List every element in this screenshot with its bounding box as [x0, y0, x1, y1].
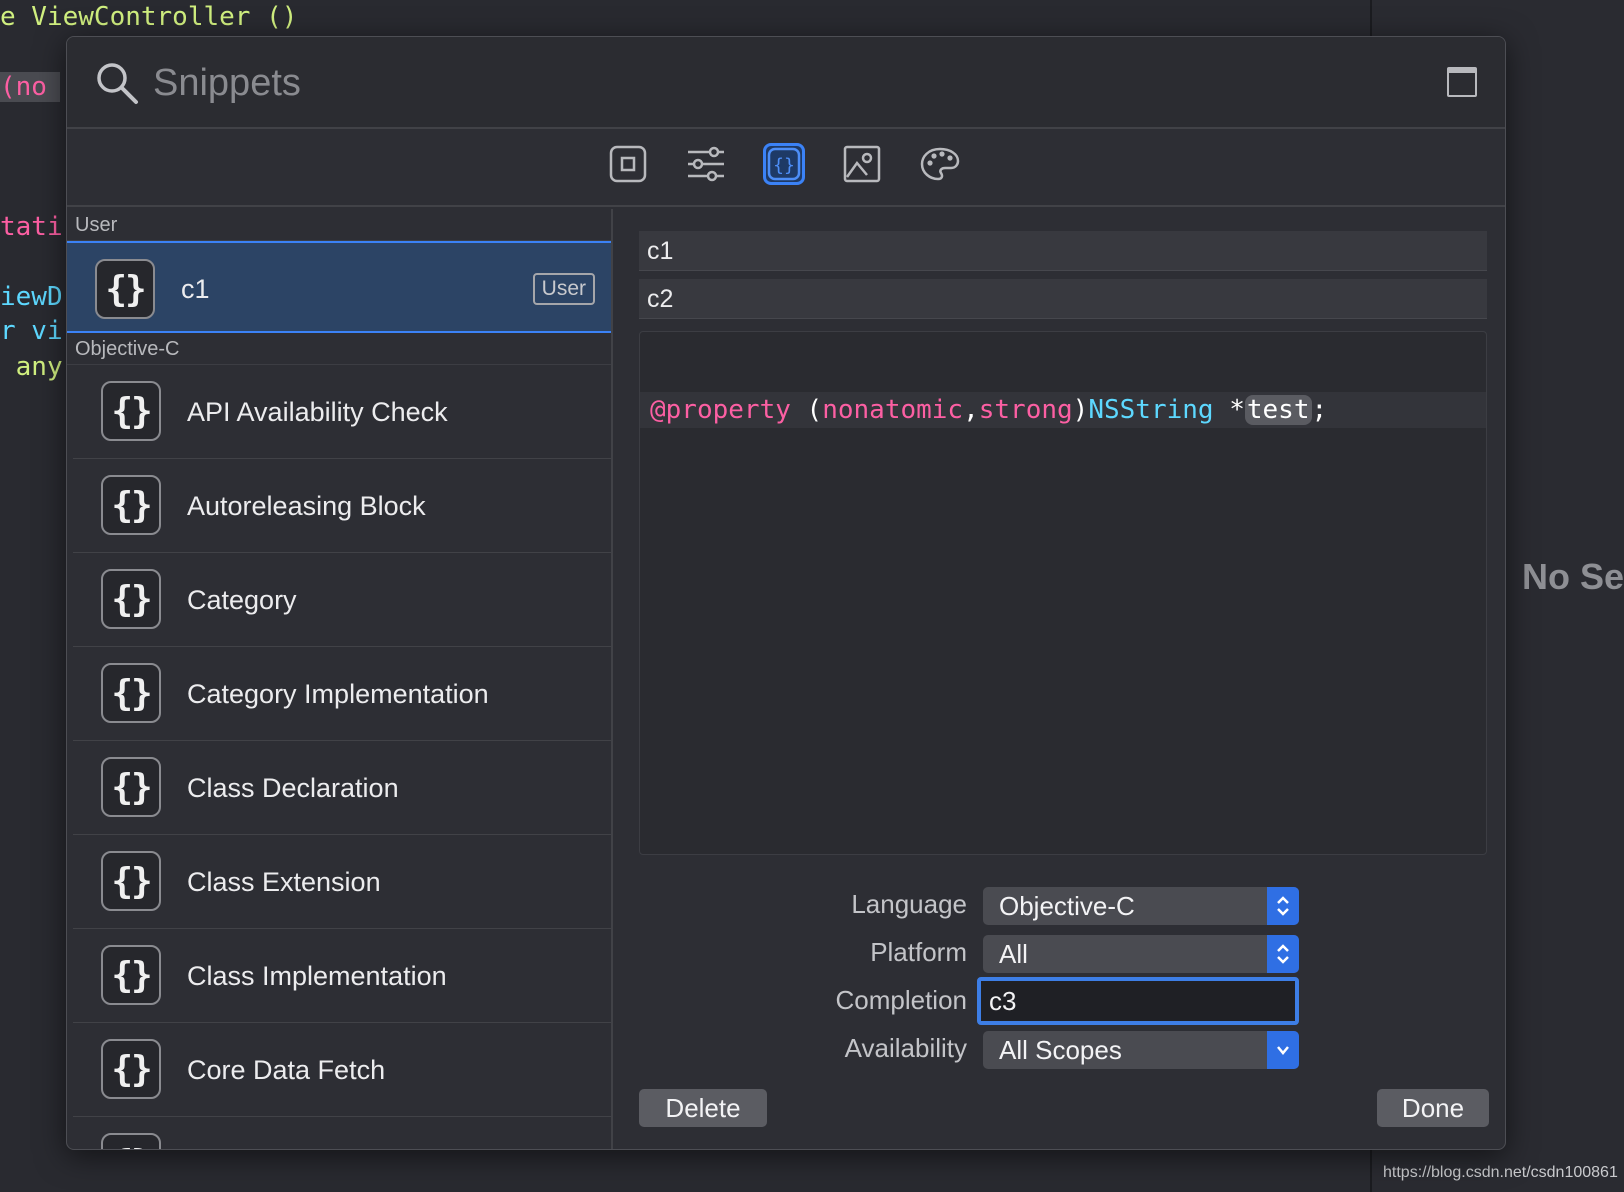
snippets-icon: {}: [767, 147, 801, 181]
completion-input[interactable]: [977, 977, 1299, 1025]
list-item[interactable]: {} Autoreleasing Block: [73, 459, 611, 553]
code-line: e ViewController (): [0, 2, 297, 32]
window-mode-icon[interactable]: [1447, 67, 1477, 97]
modifiers-icon: [688, 146, 724, 182]
list-item[interactable]: {} c1 User: [67, 241, 611, 333]
language-value: Objective-C: [999, 891, 1135, 921]
search-input[interactable]: [153, 59, 1353, 107]
colors-icon: [920, 147, 960, 181]
list-item-label: Core Data Fetch: [187, 1055, 386, 1085]
code-punct: ): [1072, 395, 1089, 425]
code-punct: (: [790, 395, 823, 425]
snippet-icon: {}: [101, 569, 161, 629]
media-tab[interactable]: [841, 143, 883, 185]
code-text: e ViewController (): [0, 2, 298, 32]
svg-text:{}: {}: [773, 155, 795, 176]
code-text: tati: [0, 212, 63, 242]
snippet-icon: {}: [101, 475, 161, 535]
snippet-icon: {}: [101, 1133, 161, 1149]
section-header-user: User: [67, 209, 611, 241]
snippet-icon: {}: [101, 663, 161, 723]
code-text: iewD: [0, 282, 63, 312]
list-item-label: c1: [181, 274, 210, 304]
language-popup[interactable]: Objective-C: [983, 887, 1299, 925]
code-text: r vi: [0, 316, 63, 346]
platform-value: All: [999, 939, 1028, 969]
code-line: tati: [0, 212, 63, 242]
summary-field[interactable]: c2: [639, 279, 1487, 319]
code-text: (no: [0, 72, 47, 102]
snippets-library-panel: {} User {} c1 User Obj: [66, 36, 1506, 1150]
stepper-arrows-icon: [1267, 887, 1299, 925]
snippet-icon: {}: [101, 851, 161, 911]
modifiers-tab[interactable]: [685, 143, 727, 185]
done-button[interactable]: Done: [1377, 1089, 1489, 1127]
colors-tab[interactable]: [919, 143, 961, 185]
code-line: @property (nonatomic,strong)NSString *te…: [640, 392, 1486, 428]
code-type: NSString: [1088, 395, 1214, 425]
delete-button[interactable]: Delete: [639, 1089, 767, 1127]
list-item-label: Category Implementation: [187, 679, 489, 709]
snippets-tab[interactable]: {}: [763, 143, 805, 185]
list-item[interactable]: {} Category: [73, 553, 611, 647]
list-item[interactable]: {} API Availability Check: [73, 365, 611, 459]
list-item-label: Autoreleasing Block: [187, 491, 426, 521]
code-text: any: [0, 352, 63, 382]
list-item-label: Class Declaration: [187, 773, 399, 803]
library-toolbar: {}: [67, 129, 1505, 207]
code-line: iewD: [0, 282, 63, 312]
search-icon: [97, 63, 138, 104]
list-item[interactable]: {} Class Extension: [73, 835, 611, 929]
title-field[interactable]: c1: [639, 231, 1487, 271]
snippet-icon: {}: [101, 945, 161, 1005]
code-attribute: nonatomic: [822, 395, 964, 425]
section-header-objc: Objective-C: [67, 333, 611, 365]
availability-popup[interactable]: All Scopes: [983, 1031, 1299, 1069]
platform-popup[interactable]: All: [983, 935, 1299, 973]
list-item-label: Class Extension: [187, 867, 381, 897]
code-punct: ;: [1311, 395, 1328, 425]
watermark-url: https://blog.csdn.net/csdn100861: [1383, 1164, 1618, 1181]
code-line: any: [0, 352, 63, 382]
list-item[interactable]: {} Class Declaration: [73, 741, 611, 835]
code-punct: *: [1213, 395, 1245, 425]
views-tab[interactable]: [607, 143, 649, 185]
code-attribute: strong: [978, 395, 1073, 425]
chevron-down-icon: [1267, 1031, 1299, 1069]
snippet-icon: {}: [101, 757, 161, 817]
code-keyword: @property: [650, 395, 791, 425]
language-label: Language: [851, 889, 967, 919]
code-punct: ,: [963, 395, 979, 425]
list-item[interactable]: {} Class Implementation: [73, 929, 611, 1023]
snippet-detail: c1 c2 @property (nonatomic,strong)NSStri…: [615, 209, 1505, 1149]
list-item-label: API Availability Check: [187, 397, 448, 427]
views-icon: [609, 145, 647, 183]
code-line: r vi: [0, 316, 63, 346]
media-icon: [843, 145, 881, 183]
availability-label: Availability: [844, 1033, 967, 1063]
list-item[interactable]: {} Core Data Fetch: [73, 1023, 611, 1117]
code-placeholder-token[interactable]: test: [1244, 395, 1312, 425]
completion-label: Completion: [835, 985, 967, 1015]
list-item[interactable]: {}: [73, 1117, 611, 1149]
code-line: (no: [0, 72, 60, 102]
list-item[interactable]: {} Category Implementation: [73, 647, 611, 741]
platform-label: Platform: [870, 937, 967, 967]
snippet-icon: {}: [95, 259, 155, 319]
snippet-list: User {} c1 User Objective-C {} API Avail…: [67, 209, 613, 1149]
code-editor-field[interactable]: @property (nonatomic,strong)NSString *te…: [639, 331, 1487, 855]
availability-value: All Scopes: [999, 1035, 1122, 1065]
no-selection-text: No Sel: [1522, 556, 1624, 597]
snippet-icon: {}: [101, 381, 161, 441]
stepper-arrows-icon: [1267, 935, 1299, 973]
user-badge: User: [532, 273, 595, 305]
list-item-label: Class Implementation: [187, 961, 447, 991]
snippet-icon: {}: [101, 1039, 161, 1099]
list-item-label: Category: [187, 585, 297, 615]
search-bar: [67, 37, 1505, 129]
